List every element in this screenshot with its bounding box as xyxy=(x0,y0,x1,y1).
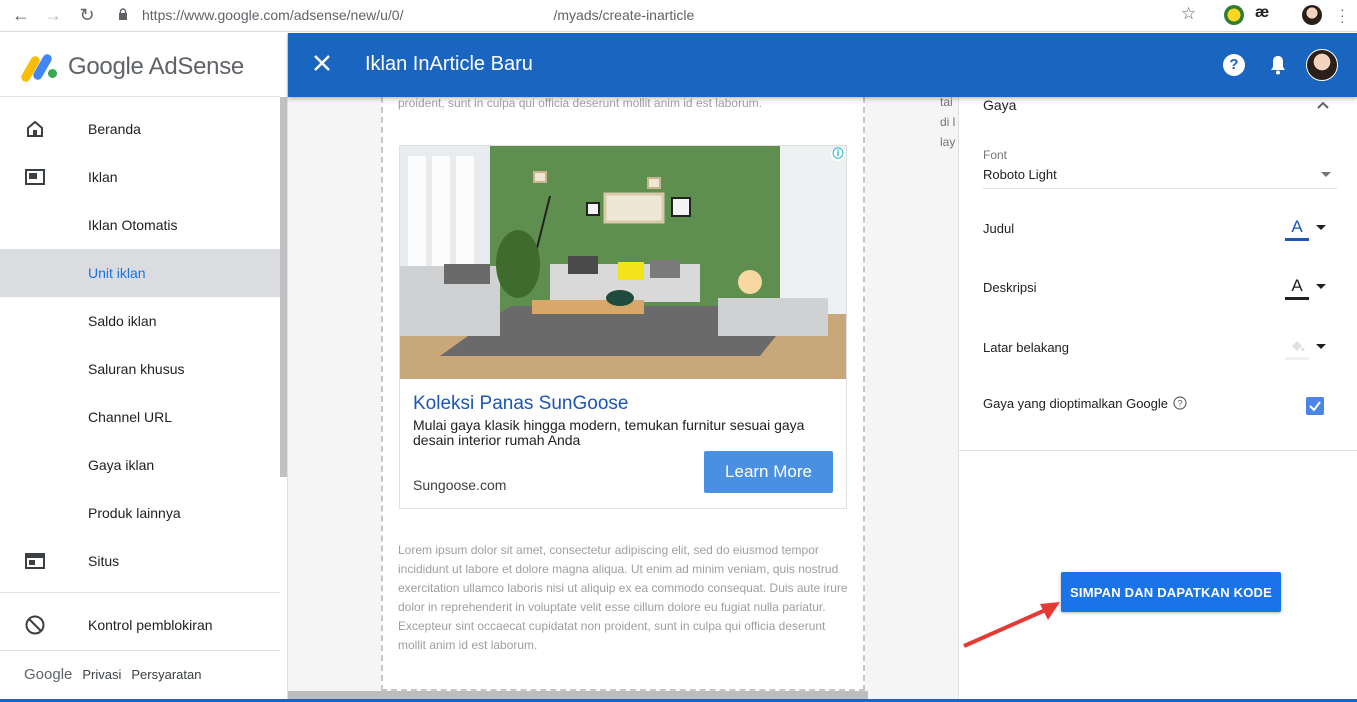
terms-link[interactable]: Persyaratan xyxy=(131,667,201,682)
dropdown-caret-icon xyxy=(1316,225,1326,230)
sidebar-item-label: Gaya iklan xyxy=(88,457,155,473)
background-color-picker[interactable] xyxy=(1285,336,1329,362)
deskripsi-color-picker[interactable]: A xyxy=(1285,276,1329,302)
lock-icon xyxy=(119,8,127,20)
sidebar: Google AdSense Beranda Iklan Iklan Otoma… xyxy=(0,33,288,702)
text-color-icon: A xyxy=(1291,276,1303,295)
dropdown-caret-icon xyxy=(1316,284,1326,289)
sidebar-item-channel-url[interactable]: Channel URL xyxy=(0,393,280,441)
optimized-style-row: Gaya yang dioptimalkan Google ? xyxy=(983,396,1329,411)
extension-icon[interactable] xyxy=(1224,5,1244,25)
sidebar-item-iklan[interactable]: Iklan xyxy=(0,153,280,201)
google-footer-logo: Google xyxy=(24,666,73,683)
color-swatch xyxy=(1285,297,1309,300)
judul-row: Judul A xyxy=(983,217,1329,241)
save-and-get-code-button[interactable]: SIMPAN DAN DAPATKAN KODE xyxy=(1061,572,1281,612)
sidebar-footer: Google Privasi Persyaratan xyxy=(24,666,201,683)
sidebar-item-label: Channel URL xyxy=(88,409,173,425)
url-prefix: https://www.google.com/adsense/new/u/0/ xyxy=(142,7,404,23)
sites-icon xyxy=(25,553,45,569)
font-label: Font xyxy=(983,148,1008,162)
judul-color-picker[interactable]: A xyxy=(1285,217,1329,243)
judul-label: Judul xyxy=(983,221,1015,236)
reload-icon[interactable]: ↻ xyxy=(76,4,98,26)
panel-divider xyxy=(959,450,1357,451)
color-swatch xyxy=(1285,238,1309,241)
forward-icon[interactable]: → xyxy=(42,4,64,26)
help-circle-icon[interactable]: ? xyxy=(1173,396,1187,410)
sidebar-item-unit-iklan[interactable]: Unit iklan xyxy=(0,249,280,297)
svg-text:?: ? xyxy=(1177,399,1182,409)
close-icon[interactable] xyxy=(310,51,334,75)
deskripsi-label: Deskripsi xyxy=(983,280,1037,295)
browser-toolbar: ← → ↻ https://www.google.com/adsense/new… xyxy=(0,0,1357,32)
font-select[interactable]: Roboto Light xyxy=(983,165,1337,189)
optimized-style-label: Gaya yang dioptimalkan Google xyxy=(983,396,1169,411)
ads-icon xyxy=(25,169,45,185)
back-icon[interactable]: ← xyxy=(10,4,32,26)
sidebar-item-iklan-otomatis[interactable]: Iklan Otomatis xyxy=(0,201,280,249)
text-color-icon: A xyxy=(1291,217,1303,236)
sidebar-item-saldo-iklan[interactable]: Saldo iklan xyxy=(0,297,280,345)
sidebar-item-kontrol-pemblokiran[interactable]: Kontrol pemblokiran xyxy=(0,601,280,649)
adsense-logo-icon xyxy=(19,52,58,84)
ad-description: Mulai gaya klasik hingga modern, temukan… xyxy=(413,417,805,448)
in-article-ad-preview: ⓘ Koleksi Panas SunGoose Mulai gaya klas… xyxy=(399,145,847,509)
sidebar-item-label: Beranda xyxy=(88,121,141,137)
brand-name: Google AdSense xyxy=(68,53,244,80)
app-header: Iklan InArticle Baru ? xyxy=(288,33,1357,97)
fill-bucket-icon xyxy=(1292,341,1305,351)
dropdown-caret-icon xyxy=(1321,172,1331,177)
adsense-logo[interactable]: Google AdSense xyxy=(19,51,244,84)
dropdown-caret-icon xyxy=(1316,344,1326,349)
block-icon xyxy=(25,615,45,635)
profile-avatar[interactable] xyxy=(1302,5,1322,25)
sidebar-item-label: Produk lainnya xyxy=(88,505,181,521)
browser-menu-icon[interactable]: · · · xyxy=(1340,2,1345,28)
sidebar-item-label: Saldo iklan xyxy=(88,313,157,329)
adchoices-info-icon[interactable]: ⓘ xyxy=(831,147,845,161)
sidebar-item-saluran-khusus[interactable]: Saluran khusus xyxy=(0,345,280,393)
deskripsi-row: Deskripsi A xyxy=(983,276,1329,300)
preview-horizontal-scrollbar[interactable] xyxy=(288,691,868,699)
side-text-snippet: tai di l lay xyxy=(940,95,956,149)
latar-belakang-label: Latar belakang xyxy=(983,340,1070,355)
page-title: Iklan InArticle Baru xyxy=(365,53,533,75)
learn-more-button[interactable]: Learn More xyxy=(704,451,833,493)
sidebar-item-label: Kontrol pemblokiran xyxy=(88,617,213,633)
ad-display-url[interactable]: Sungoose.com xyxy=(413,477,506,493)
optimized-style-checkbox[interactable] xyxy=(1306,397,1324,415)
sidebar-scrollbar[interactable] xyxy=(280,97,287,477)
help-icon[interactable]: ? xyxy=(1223,54,1245,76)
address-bar[interactable]: https://www.google.com/adsense/new/u/0/ /… xyxy=(142,4,694,26)
url-suffix: /myads/create-inarticle xyxy=(553,7,695,23)
home-icon xyxy=(27,120,43,137)
ad-image xyxy=(400,146,846,379)
account-avatar[interactable] xyxy=(1306,49,1338,81)
notifications-bell-icon[interactable] xyxy=(1266,53,1290,77)
sidebar-item-produk-lainnya[interactable]: Produk lainnya xyxy=(0,489,280,537)
sidebar-item-label: Iklan Otomatis xyxy=(88,217,178,233)
latar-belakang-row: Latar belakang xyxy=(983,340,1329,360)
sidebar-item-situs[interactable]: Situs xyxy=(0,537,280,585)
sidebar-item-label: Iklan xyxy=(88,169,118,185)
sidebar-item-label: Saluran khusus xyxy=(88,361,185,377)
sidebar-item-gaya-iklan[interactable]: Gaya iklan xyxy=(0,441,280,489)
section-title-gaya[interactable]: Gaya xyxy=(983,97,1016,113)
privacy-link[interactable]: Privasi xyxy=(82,667,121,682)
annotation-arrow-icon xyxy=(963,602,1060,648)
font-value: Roboto Light xyxy=(983,167,1057,182)
article-text-bottom: Lorem ipsum dolor sit amet, consectetur … xyxy=(398,543,848,652)
chevron-up-icon[interactable] xyxy=(1315,97,1331,113)
ad-title[interactable]: Koleksi Panas SunGoose xyxy=(413,393,628,415)
sidebar-item-beranda[interactable]: Beranda xyxy=(0,105,280,153)
color-swatch xyxy=(1285,357,1309,360)
extension-ae-icon[interactable]: æ xyxy=(1255,4,1269,22)
sidebar-item-label: Situs xyxy=(88,553,120,569)
sidebar-item-label: Unit iklan xyxy=(88,265,146,281)
bookmark-star-icon[interactable]: ☆ xyxy=(1181,4,1196,24)
